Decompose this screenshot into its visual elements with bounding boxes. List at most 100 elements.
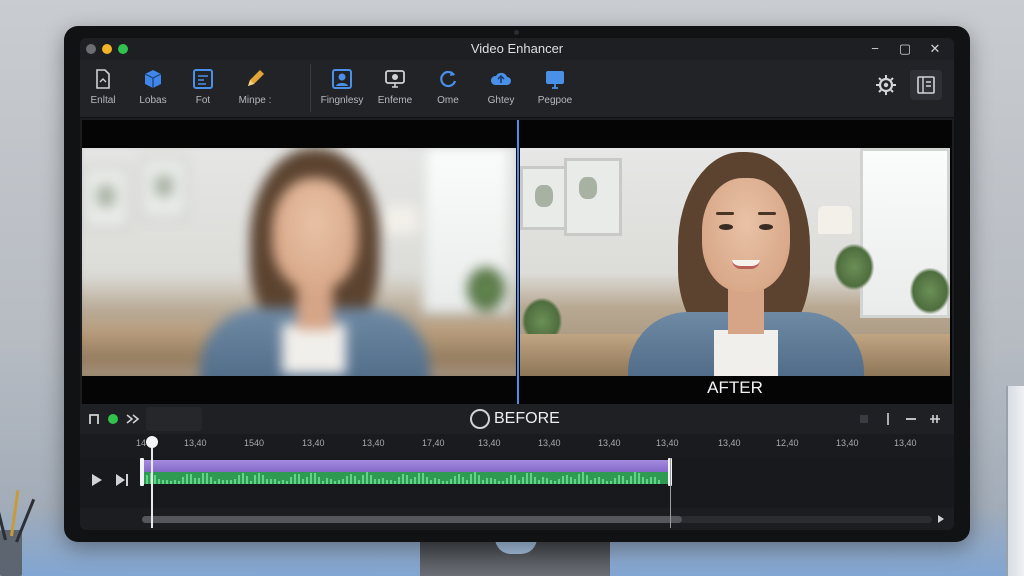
- next-frame-icon[interactable]: [114, 472, 130, 488]
- waveform-bar: [294, 474, 296, 484]
- waveform-bar: [230, 480, 232, 484]
- maximize-button[interactable]: ▢: [896, 40, 914, 58]
- monitor-icon: [385, 70, 405, 88]
- timeline-ruler[interactable]: 14 13,40 1540 13,40 13,40 17,40 13,40 13…: [80, 434, 954, 458]
- waveform-bar: [618, 475, 620, 484]
- waveform-bar: [510, 474, 512, 484]
- scroll-right-icon[interactable]: [936, 514, 946, 524]
- zoom-out-icon[interactable]: [904, 413, 918, 425]
- waveform-bar: [526, 472, 528, 484]
- format-icon: [193, 69, 213, 89]
- waveform-bar: [394, 480, 396, 484]
- waveform-bar: [386, 480, 388, 484]
- waveform-bar: [374, 479, 376, 484]
- waveform-bar: [346, 475, 348, 484]
- smile: [732, 260, 760, 269]
- waveform-bar: [482, 479, 484, 484]
- eye: [759, 224, 773, 230]
- waveform-bar: [446, 480, 448, 484]
- waveform-bar: [566, 474, 568, 484]
- scrollbar-thumb[interactable]: [142, 516, 682, 523]
- waveform-bar: [238, 475, 240, 484]
- waveform-bar: [170, 480, 172, 484]
- before-image: [82, 148, 516, 376]
- lamp: [384, 206, 418, 234]
- waveform-bar: [162, 479, 164, 484]
- clip-start-handle[interactable]: [140, 458, 144, 486]
- waveform-bar: [438, 478, 440, 484]
- waveform-bar: [354, 476, 356, 484]
- waveform-bar: [310, 473, 312, 484]
- waveform-bar: [362, 474, 364, 484]
- shirt: [282, 324, 346, 374]
- tool-button-4[interactable]: Minpe :: [220, 68, 290, 114]
- waveform-bar: [282, 479, 284, 484]
- lamp: [818, 206, 852, 234]
- waveform-bar: [270, 479, 272, 484]
- video-clip[interactable]: [142, 460, 670, 472]
- waveform-bar: [442, 480, 444, 484]
- eyebrow: [716, 212, 734, 215]
- audio-clip[interactable]: [142, 472, 670, 484]
- fast-forward-icon[interactable]: [126, 413, 140, 425]
- timeline-scrollbar[interactable]: [142, 516, 932, 523]
- panel-toggle-button[interactable]: [910, 70, 942, 100]
- ruler-tick: 13,40: [538, 438, 561, 448]
- before-label: BEFORE: [494, 410, 560, 427]
- waveform-bar: [146, 475, 148, 484]
- ruler-tick: 13,40: [894, 438, 917, 448]
- screen-icon: [546, 71, 564, 89]
- waveform-bar: [258, 472, 260, 484]
- comparison-divider[interactable]: [517, 120, 519, 404]
- waveform-bar: [514, 475, 516, 484]
- cube-icon: [144, 70, 162, 88]
- waveform-bar: [274, 478, 276, 484]
- playhead[interactable]: [146, 436, 158, 528]
- playhead-knob[interactable]: [146, 436, 158, 448]
- after-preview-pane: [520, 148, 950, 376]
- waveform-bar: [474, 472, 476, 484]
- marker-icon[interactable]: [858, 413, 870, 425]
- plant: [466, 266, 506, 312]
- ruler-tick: 14: [136, 438, 147, 448]
- waveform-bar: [234, 479, 236, 484]
- waveform-bar: [370, 474, 372, 484]
- tool-button-9[interactable]: Pegpoe: [520, 68, 590, 114]
- ruler-tick: 13,40: [836, 438, 859, 448]
- play-icon[interactable]: [90, 472, 104, 488]
- waveform-bar: [654, 477, 656, 484]
- ruler-tick: 13,40: [478, 438, 501, 448]
- zoom-in-icon[interactable]: [928, 412, 942, 426]
- waveform-bar: [634, 472, 636, 484]
- speaker: [1006, 386, 1024, 576]
- waveform-bar: [546, 478, 548, 484]
- close-button[interactable]: ✕: [926, 40, 944, 58]
- waveform-bar: [298, 474, 300, 484]
- waveform-bar: [338, 480, 340, 484]
- record-indicator-icon[interactable]: [108, 414, 118, 424]
- split-icon[interactable]: [884, 412, 892, 426]
- waveform-bar: [350, 473, 352, 484]
- toolbar: Enltal Lobas Fot Minpe : Fingnlesy Enfem…: [80, 60, 954, 118]
- ruler-tick: 13,40: [656, 438, 679, 448]
- waveform-bar: [330, 479, 332, 484]
- waveform-bar: [578, 473, 580, 484]
- waveform-bar: [462, 476, 464, 484]
- waveform-bar: [206, 473, 208, 484]
- plant: [910, 268, 950, 314]
- waveform-bar: [418, 472, 420, 484]
- waveform-bar: [322, 480, 324, 484]
- ruler-tick: 17,40: [422, 438, 445, 448]
- wall-frame: [520, 166, 568, 230]
- timecode-box[interactable]: [146, 407, 202, 431]
- stop-icon[interactable]: [88, 413, 100, 425]
- waveform-bar: [658, 479, 660, 484]
- waveform-bar: [326, 478, 328, 484]
- refresh-icon[interactable]: [470, 409, 490, 429]
- waveform-bar: [166, 479, 168, 484]
- minimize-button[interactable]: −: [866, 40, 884, 58]
- waveform-bar: [610, 480, 612, 484]
- waveform-bar: [314, 473, 316, 484]
- settings-button[interactable]: [870, 70, 902, 100]
- waveform-bar: [570, 477, 572, 484]
